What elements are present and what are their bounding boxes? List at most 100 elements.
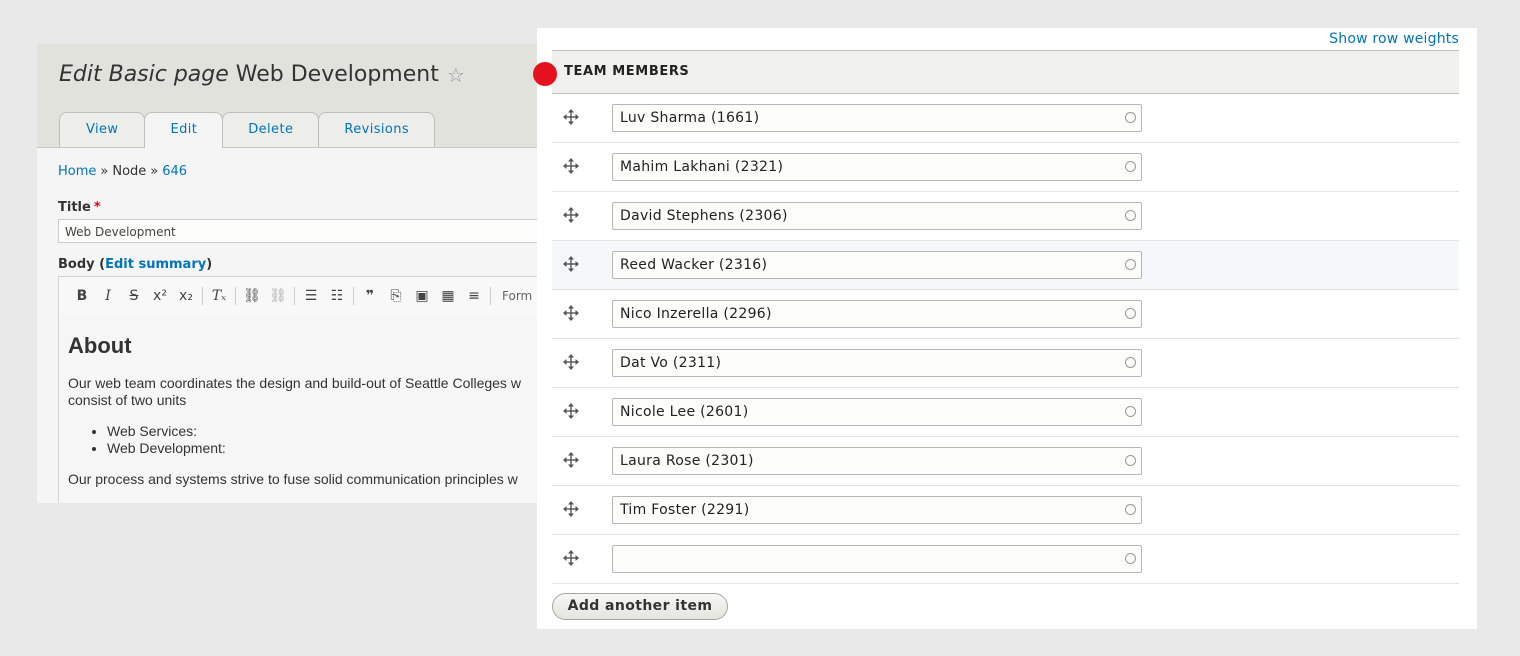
team-member-autocomplete-input[interactable]: Reed Wacker (2316) — [612, 251, 1142, 279]
table-icon[interactable]: ▦ — [435, 288, 461, 304]
table-row: Tim Foster (2291) — [552, 486, 1459, 535]
highlight-marker — [533, 62, 557, 86]
autocomplete-throbber-icon — [1125, 210, 1136, 221]
team-member-autocomplete-input[interactable]: Nicole Lee (2601) — [612, 398, 1142, 426]
superscript-icon[interactable]: x² — [147, 288, 173, 304]
team-member-value: Laura Rose (2301) — [620, 453, 754, 469]
member-rows: Luv Sharma (1661) Mahim Lakhani (2321) Dav… — [552, 94, 1459, 584]
image-icon[interactable]: ▣ — [409, 288, 435, 304]
drag-handle-icon[interactable] — [563, 403, 579, 419]
team-member-value: Mahim Lakhani (2321) — [620, 159, 784, 175]
editor-content[interactable]: About Our web team coordinates the desig… — [58, 315, 557, 503]
bulleted-list-icon[interactable]: ☰ — [298, 288, 324, 304]
autocomplete-throbber-icon — [1125, 308, 1136, 319]
drag-handle-icon[interactable] — [563, 452, 579, 468]
drag-handle-icon[interactable] — [563, 305, 579, 321]
bold-icon[interactable]: B — [69, 288, 95, 304]
team-member-autocomplete-input[interactable]: Mahim Lakhani (2321) — [612, 153, 1142, 181]
drag-handle-icon[interactable] — [563, 207, 579, 223]
team-member-autocomplete-input[interactable]: Nico Inzerella (2296) — [612, 300, 1142, 328]
breadcrumb-node-id[interactable]: 646 — [162, 164, 187, 179]
body-label: Body (Edit summary) — [58, 257, 212, 272]
required-marker: * — [93, 200, 101, 215]
title-label: Title * — [58, 200, 101, 215]
team-member-autocomplete-input[interactable] — [612, 545, 1142, 573]
team-member-value: Nicole Lee (2601) — [620, 404, 749, 420]
team-member-value: Luv Sharma (1661) — [620, 110, 760, 126]
page-title-name: Web Development — [235, 62, 439, 87]
team-member-autocomplete-input[interactable]: Tim Foster (2291) — [612, 496, 1142, 524]
tab-edit[interactable]: Edit — [144, 112, 224, 148]
autocomplete-throbber-icon — [1125, 357, 1136, 368]
breadcrumb-separator: » — [100, 164, 109, 179]
tab-revisions[interactable]: Revisions — [318, 112, 436, 147]
drag-handle-icon[interactable] — [563, 501, 579, 517]
body-label-close: ) — [206, 257, 213, 272]
italic-icon[interactable]: I — [95, 288, 121, 304]
attachment-icon[interactable]: ⎘ — [383, 288, 409, 304]
drag-handle-icon[interactable] — [563, 109, 579, 125]
team-members-panel: Show row weights TEAM MEMBERS Luv Sharma… — [533, 28, 1477, 629]
table-row: Nicole Lee (2601) — [552, 388, 1459, 437]
list-item: Web Development: — [107, 440, 557, 457]
team-members-header: TEAM MEMBERS — [533, 50, 1459, 94]
table-row: Laura Rose (2301) — [552, 437, 1459, 486]
horizontal-line-icon[interactable]: ≡ — [461, 288, 487, 304]
editor-toolbar: B I S x² x₂ Tₓ ⛓ ⛓ ☰ ☷ ❞ ⎘ ▣ ▦ ≡ Form — [58, 276, 557, 316]
page-title-prefix: Edit Basic page — [59, 62, 229, 87]
strikethrough-icon[interactable]: S — [121, 288, 147, 304]
breadcrumb: Home» Node» 646 — [58, 164, 187, 179]
blockquote-icon[interactable]: ❞ — [357, 288, 383, 304]
show-row-weights-link[interactable]: Show row weights — [1329, 31, 1459, 47]
team-members-title: TEAM MEMBERS — [564, 64, 690, 79]
drag-handle-icon[interactable] — [563, 158, 579, 174]
autocomplete-throbber-icon — [1125, 112, 1136, 123]
content-list: Web Services: Web Development: — [68, 423, 557, 457]
team-member-value: David Stephens (2306) — [620, 208, 788, 224]
team-member-value: Reed Wacker (2316) — [620, 257, 768, 273]
drag-handle-icon[interactable] — [563, 550, 579, 566]
link-icon[interactable]: ⛓ — [239, 288, 265, 304]
title-input[interactable]: Web Development — [58, 219, 557, 243]
table-row: David Stephens (2306) — [552, 192, 1459, 241]
format-dropdown[interactable]: Form — [502, 289, 532, 303]
team-member-value: Dat Vo (2311) — [620, 355, 722, 371]
subscript-icon[interactable]: x₂ — [173, 288, 199, 304]
breadcrumb-separator: » — [150, 164, 159, 179]
team-member-autocomplete-input[interactable]: David Stephens (2306) — [612, 202, 1142, 230]
tab-delete[interactable]: Delete — [222, 112, 320, 147]
edit-summary-link[interactable]: Edit summary — [105, 257, 206, 272]
table-row: Dat Vo (2311) — [552, 339, 1459, 388]
table-row — [552, 535, 1459, 584]
toolbar-divider — [490, 287, 491, 305]
content-paragraph-line: Our process and systems strive to fuse s… — [68, 471, 518, 487]
body-label-text: Body ( — [58, 257, 106, 272]
autocomplete-throbber-icon — [1125, 504, 1136, 515]
toolbar-divider — [353, 287, 354, 305]
content-paragraph-line: Our web team coordinates the design and … — [68, 375, 521, 391]
team-member-autocomplete-input[interactable]: Laura Rose (2301) — [612, 447, 1142, 475]
table-row: Reed Wacker (2316) — [552, 241, 1459, 290]
autocomplete-throbber-icon — [1125, 259, 1136, 270]
title-label-text: Title — [58, 200, 91, 215]
tab-view[interactable]: View — [59, 112, 146, 147]
table-row: Nico Inzerella (2296) — [552, 290, 1459, 339]
star-icon[interactable]: ☆ — [447, 63, 465, 87]
drag-handle-icon[interactable] — [563, 256, 579, 272]
team-member-value: Tim Foster (2291) — [620, 502, 750, 518]
numbered-list-icon[interactable]: ☷ — [324, 288, 350, 304]
remove-format-icon[interactable]: Tₓ — [206, 288, 232, 304]
page-title: Edit Basic page Web Development ☆ — [59, 62, 465, 87]
drag-handle-icon[interactable] — [563, 354, 579, 370]
breadcrumb-node: Node — [112, 164, 147, 179]
team-member-autocomplete-input[interactable]: Dat Vo (2311) — [612, 349, 1142, 377]
breadcrumb-home[interactable]: Home — [58, 164, 96, 179]
add-another-item-button[interactable]: Add another item — [552, 593, 728, 620]
autocomplete-throbber-icon — [1125, 455, 1136, 466]
team-member-autocomplete-input[interactable]: Luv Sharma (1661) — [612, 104, 1142, 132]
page-header: Edit Basic page Web Development ☆ View E… — [37, 44, 557, 148]
unlink-icon[interactable]: ⛓ — [265, 288, 291, 304]
team-member-value: Nico Inzerella (2296) — [620, 306, 772, 322]
table-row: Luv Sharma (1661) — [552, 94, 1459, 143]
node-edit-form: Edit Basic page Web Development ☆ View E… — [37, 44, 557, 503]
